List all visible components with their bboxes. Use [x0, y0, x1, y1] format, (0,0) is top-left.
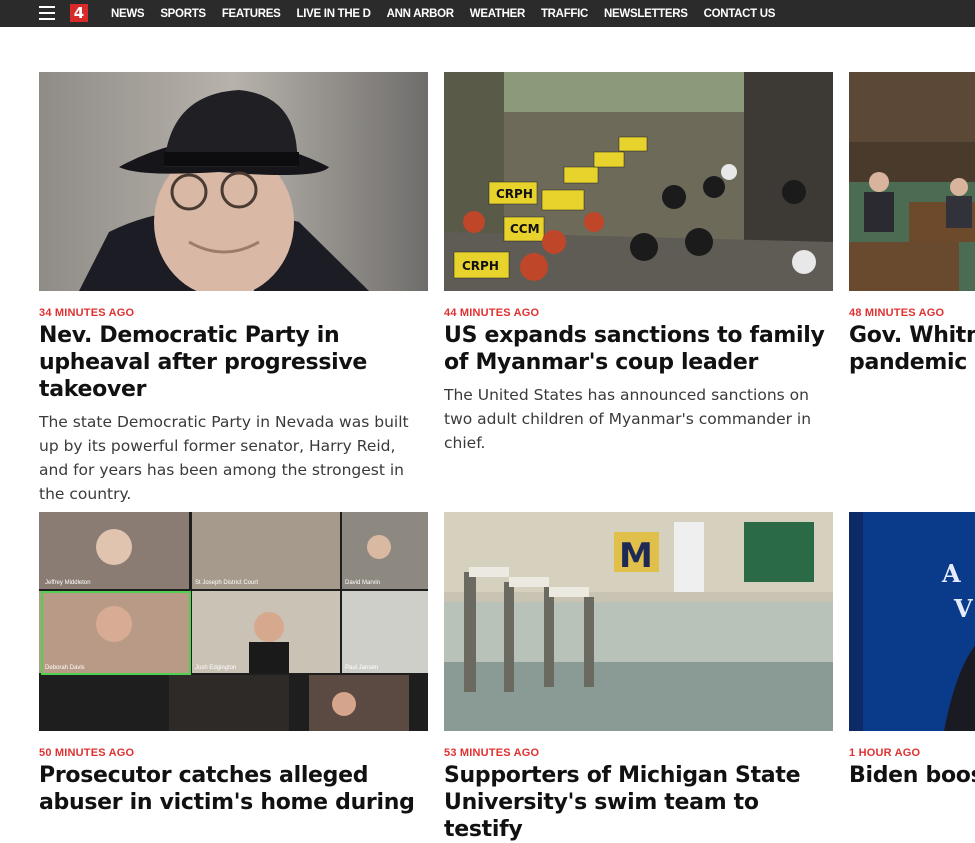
- article-timestamp: 48 MINUTES AGO: [849, 307, 945, 319]
- article-headline[interactable]: US expands sanctions to family of Myanma…: [444, 322, 833, 376]
- nav-link-newsletters[interactable]: NEWSLETTERS: [604, 8, 688, 20]
- nav-links: NEWS SPORTS FEATURES LIVE IN THE D ANN A…: [111, 0, 791, 27]
- article-timestamp: 50 MINUTES AGO: [39, 747, 135, 759]
- article-timestamp: 1 HOUR AGO: [849, 747, 921, 759]
- article-image-swim-pool[interactable]: M: [444, 512, 833, 731]
- article-image-biden[interactable]: A V: [849, 512, 975, 731]
- protest-sign-text: CCM: [510, 222, 540, 236]
- nav-link-weather[interactable]: WEATHER: [470, 8, 525, 20]
- participant-label: St Joseph District Court: [195, 580, 258, 586]
- nav-link-sports[interactable]: SPORTS: [160, 8, 206, 20]
- article-timestamp: 44 MINUTES AGO: [444, 307, 540, 319]
- article-card[interactable]: M 53 MINUTES AGO Supporters of Michigan …: [444, 512, 833, 843]
- top-nav: 4 NEWS SPORTS FEATURES LIVE IN THE D ANN…: [0, 0, 975, 27]
- nav-link-news[interactable]: NEWS: [111, 8, 145, 20]
- article-card[interactable]: CRPH CRPH CCM 44 MINUTES AGO US expands …: [444, 72, 833, 455]
- article-headline[interactable]: Prosecutor catches alleged abuser in vic…: [39, 762, 428, 816]
- participant-label: Josh Edgington: [195, 665, 236, 671]
- participant-label: David Marvin: [345, 580, 380, 586]
- pool-banner-letter: M: [619, 536, 653, 576]
- participant-label: Jeffrey Middleton: [45, 580, 91, 586]
- article-card[interactable]: Jeffrey Middleton St Joseph District Cou…: [39, 512, 428, 816]
- nav-link-contact-us[interactable]: CONTACT US: [704, 8, 776, 20]
- article-headline[interactable]: Supporters of Michigan State University'…: [444, 762, 833, 843]
- menu-icon[interactable]: [39, 6, 55, 20]
- article-image-portrait[interactable]: [39, 72, 428, 291]
- backdrop-letter: A: [941, 559, 961, 588]
- article-card[interactable]: 34 MINUTES AGO Nev. Democratic Party in …: [39, 72, 428, 506]
- nav-link-live-in-the-d[interactable]: LIVE IN THE D: [297, 8, 371, 20]
- nav-link-features[interactable]: FEATURES: [222, 8, 281, 20]
- article-timestamp: 53 MINUTES AGO: [444, 747, 540, 759]
- nav-link-ann-arbor[interactable]: ANN ARBOR: [387, 8, 454, 20]
- article-headline[interactable]: Biden boosts stockpile: [849, 762, 975, 789]
- article-image-legislature[interactable]: [849, 72, 975, 291]
- participant-label: Paul Jansen: [345, 665, 378, 671]
- article-summary: The state Democratic Party in Nevada was…: [39, 413, 409, 503]
- article-summary: The United States has announced sanction…: [444, 386, 812, 452]
- article-image-protest[interactable]: CRPH CRPH CCM: [444, 72, 833, 291]
- protest-sign-text: CRPH: [462, 259, 499, 273]
- station-logo[interactable]: 4: [70, 4, 88, 22]
- article-card-clipped[interactable]: 48 MINUTES AGO Gov. Whitmer on COVID pan…: [849, 72, 975, 412]
- protest-sign-text: CRPH: [496, 187, 533, 201]
- article-headline[interactable]: Nev. Democratic Party in upheaval after …: [39, 322, 428, 403]
- article-headline[interactable]: Gov. Whitmer on COVID pandemic anniversa…: [849, 322, 975, 376]
- article-timestamp: 34 MINUTES AGO: [39, 307, 135, 319]
- article-image-video-call[interactable]: Jeffrey Middleton St Joseph District Cou…: [39, 512, 428, 731]
- participant-label: Deborah Davis: [45, 665, 85, 671]
- article-card-clipped[interactable]: A V 1 HOUR AGO Biden boosts stockpile: [849, 512, 975, 800]
- nav-link-traffic[interactable]: TRAFFIC: [541, 8, 588, 20]
- backdrop-letter: V: [953, 594, 973, 623]
